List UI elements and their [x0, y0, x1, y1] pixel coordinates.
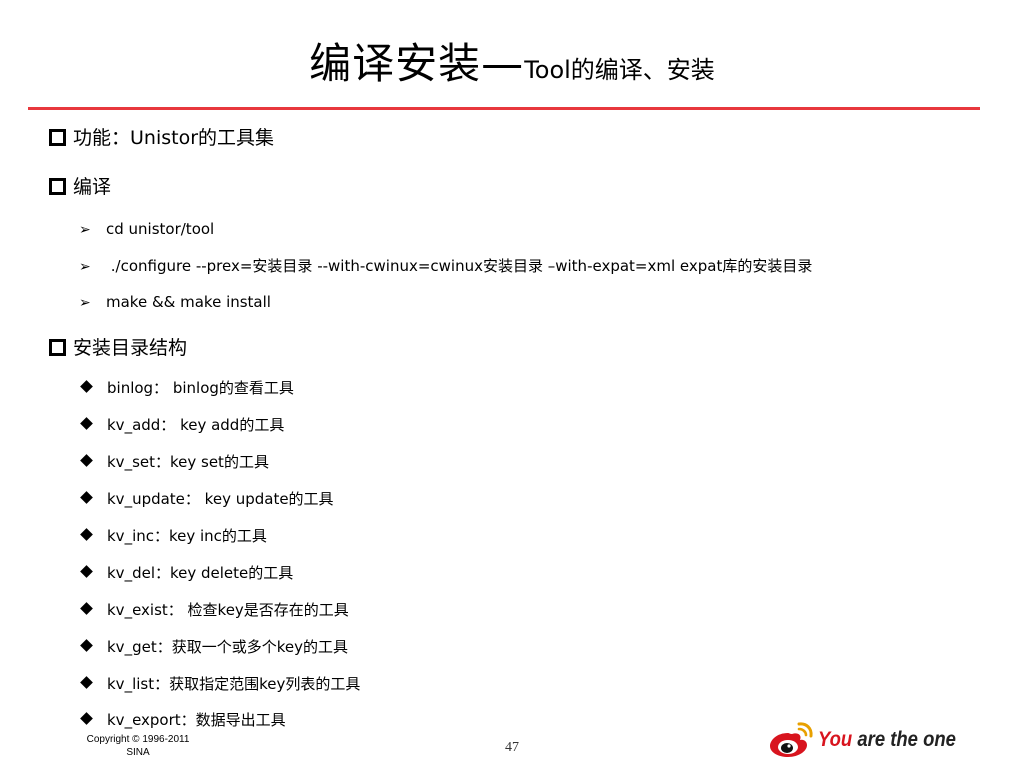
slogan: You are the one — [818, 728, 956, 752]
diamond-icon — [80, 454, 93, 467]
hollow-square-icon — [49, 178, 66, 195]
diamond-icon — [80, 380, 93, 393]
section-heading: 编译 — [73, 176, 112, 198]
section-function: 功能：Unistor的工具集 — [49, 126, 274, 150]
list-item-text: binlog： binlog的查看工具 — [107, 379, 294, 397]
diamond-icon — [80, 491, 93, 504]
list-item-text: kv_list：获取指定范围key列表的工具 — [107, 675, 361, 693]
list-item: ➢ make && make install — [79, 292, 271, 312]
arrowhead-icon: ➢ — [79, 222, 91, 238]
section-heading: 安装目录结构 — [73, 337, 188, 359]
hollow-square-icon — [49, 339, 66, 356]
copyright: Copyright © 1996-2011 SINA — [79, 733, 197, 759]
list-item: kv_exist： 检查key是否存在的工具 — [79, 600, 349, 620]
list-item-text: kv_get：获取一个或多个key的工具 — [107, 638, 348, 656]
list-item: kv_get：获取一个或多个key的工具 — [79, 637, 348, 657]
list-item: kv_list：获取指定范围key列表的工具 — [79, 674, 360, 694]
diamond-icon — [80, 676, 93, 689]
list-item: ➢ ./configure --prex=安装目录 --with-cwinux=… — [79, 256, 812, 276]
copyright-line: SINA — [126, 747, 150, 758]
list-item: kv_inc：key inc的工具 — [79, 526, 267, 546]
arrowhead-icon: ➢ — [79, 259, 91, 275]
list-item: binlog： binlog的查看工具 — [79, 378, 294, 398]
list-item-text: kv_update： key update的工具 — [107, 490, 334, 508]
list-item: kv_update： key update的工具 — [79, 489, 334, 509]
diamond-icon — [80, 712, 93, 725]
list-item-text: ./configure --prex=安装目录 --with-cwinux=cw… — [106, 257, 813, 275]
slide-title: 编译安装—Tool的编译、安装 — [0, 30, 1024, 88]
diamond-icon — [80, 417, 93, 430]
list-item: kv_export：数据导出工具 — [79, 710, 286, 730]
section-heading: 功能：Unistor的工具集 — [73, 127, 275, 149]
slogan-you: You — [818, 728, 853, 751]
sina-logo: You are the one — [768, 720, 968, 760]
slogan-rest: are the one — [852, 728, 956, 751]
hollow-square-icon — [49, 129, 66, 146]
diamond-icon — [80, 639, 93, 652]
page-number: 47 — [505, 740, 519, 755]
diamond-icon — [80, 602, 93, 615]
diamond-icon — [80, 528, 93, 541]
list-item-text: make && make install — [106, 293, 271, 311]
arrowhead-icon: ➢ — [79, 295, 91, 311]
list-item-text: kv_exist： 检查key是否存在的工具 — [107, 601, 349, 619]
section-install-dirs: 安装目录结构 — [49, 336, 187, 360]
list-item: kv_del：key delete的工具 — [79, 563, 293, 583]
weibo-eye-icon — [770, 722, 813, 757]
title-sub: Tool的编译、安装 — [524, 56, 715, 84]
section-compile: 编译 — [49, 175, 111, 199]
list-item-text: kv_export：数据导出工具 — [107, 711, 286, 729]
list-item: kv_add： key add的工具 — [79, 415, 284, 435]
list-item: kv_set：key set的工具 — [79, 452, 269, 472]
copyright-line: Copyright © 1996-2011 — [86, 734, 190, 745]
list-item-text: kv_del：key delete的工具 — [107, 564, 294, 582]
list-item-text: kv_inc：key inc的工具 — [107, 527, 267, 545]
list-item-text: cd unistor/tool — [106, 220, 215, 238]
title-main: 编译安装— — [309, 39, 525, 88]
title-underline — [28, 107, 980, 110]
list-item-text: kv_add： key add的工具 — [107, 416, 285, 434]
list-item-text: kv_set：key set的工具 — [107, 453, 269, 471]
list-item: ➢ cd unistor/tool — [79, 219, 214, 239]
diamond-icon — [80, 565, 93, 578]
